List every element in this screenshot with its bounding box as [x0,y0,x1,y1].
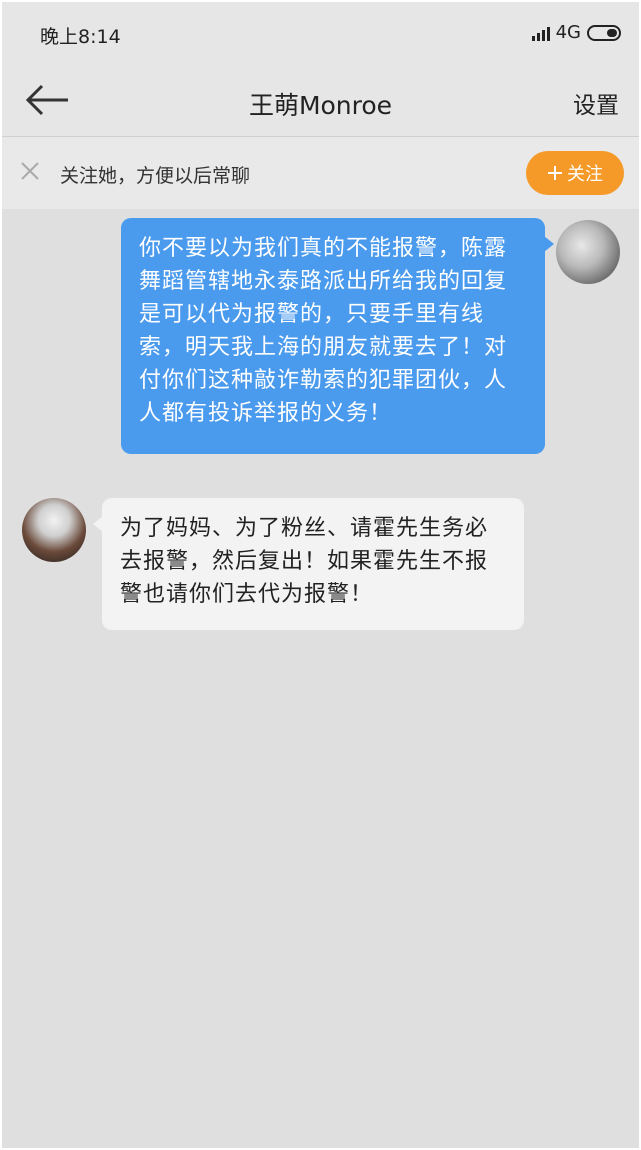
status-indicators: 4G [531,22,621,43]
follow-banner: 关注她，方便以后常聊 关注 [2,137,639,209]
settings-button[interactable]: 设置 [573,86,619,120]
close-icon[interactable] [18,159,42,183]
follow-button-label: 关注 [567,164,603,185]
follow-prompt: 关注她，方便以后常聊 [60,165,251,187]
battery-icon [587,24,621,41]
incoming-message[interactable]: 为了妈妈、为了粉丝、请霍先生务必去报警，然后复出！如果霍先生不报警也请你们去代为… [93,498,524,630]
chat-header: 王萌Monroe 设置 [2,66,639,137]
chat-screen: 晚上8:14 4G 王萌Monroe 设置 关注她，方便以后常聊 关注 你不要以… [2,2,639,1148]
plus-icon [548,166,562,180]
follow-button[interactable]: 关注 [526,151,624,195]
status-bar: 晚上8:14 4G [2,2,639,66]
network-type: 4G [555,22,581,43]
chat-title: 王萌Monroe [248,91,393,120]
status-time: 晚上8:14 [40,26,121,48]
my-avatar[interactable] [556,220,620,284]
signal-icon [531,25,550,41]
contact-avatar[interactable] [22,498,86,562]
outgoing-message[interactable]: 你不要以为我们真的不能报警，陈露舞蹈管辖地永泰路派出所给我的回复是可以代为报警的… [121,218,554,454]
